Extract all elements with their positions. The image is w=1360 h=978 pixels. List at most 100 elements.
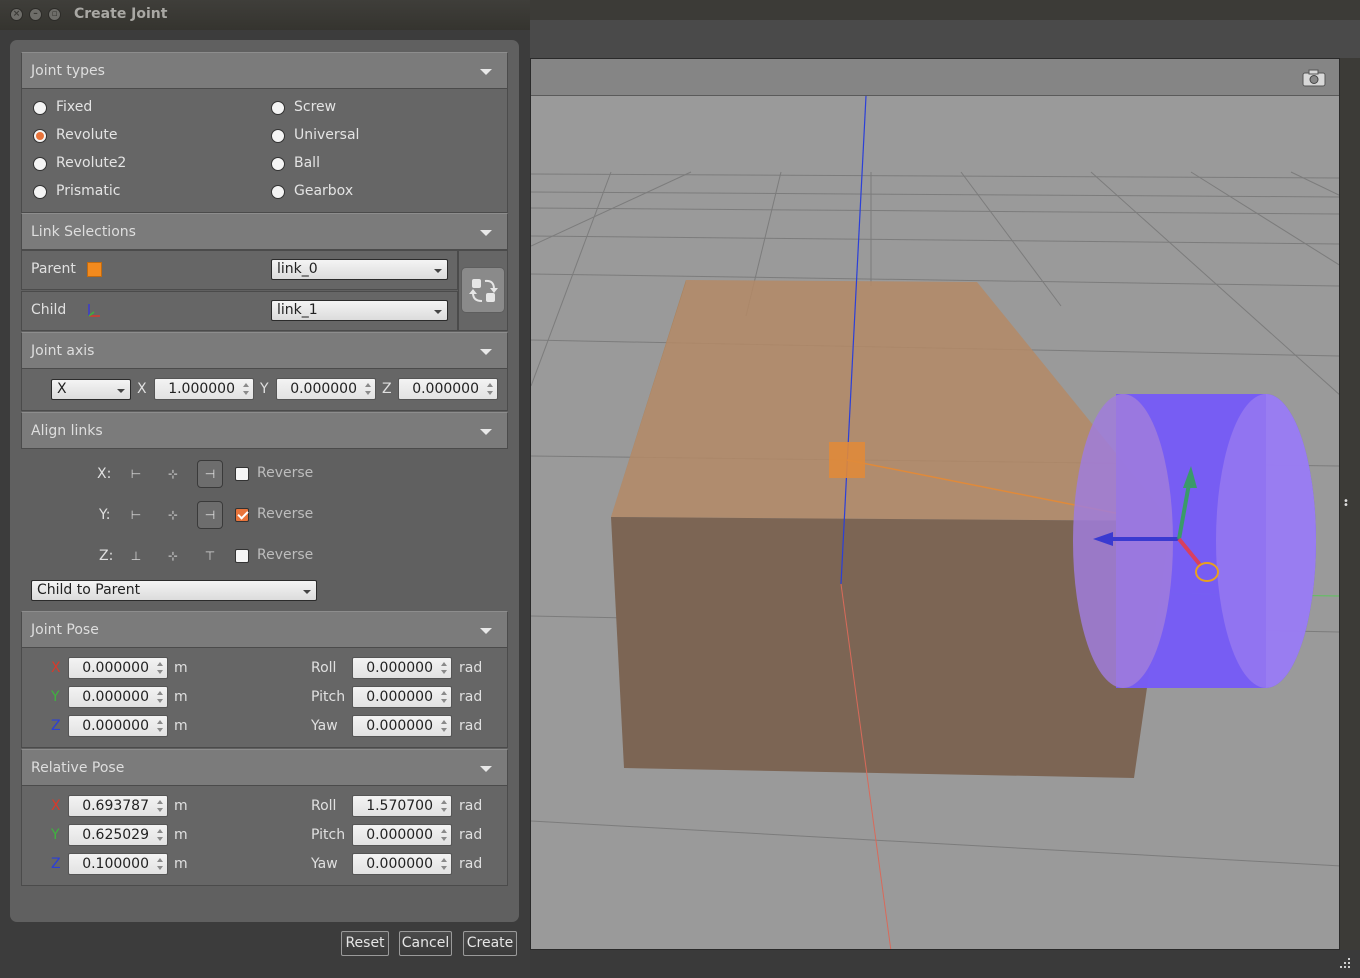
relative-pose-y-value: 0.625029 [82, 827, 149, 843]
relative-pose-y-input[interactable]: 0.625029 [68, 824, 168, 846]
radio-fixed[interactable] [33, 101, 47, 115]
align-x-min-icon[interactable]: ⊢ [128, 466, 144, 482]
joint-pose-z-input[interactable]: 0.000000 [68, 715, 168, 737]
joint-axis-header[interactable]: Joint axis [21, 332, 508, 369]
relative-pose-roll-input[interactable]: 1.570700 [352, 795, 452, 817]
relative-pose-yaw-value: 0.000000 [366, 856, 433, 872]
align-mode-select[interactable]: Child to Parent [31, 580, 317, 601]
joint-pose-z-label: Z [51, 718, 61, 734]
align-y-reverse-checkbox[interactable] [235, 508, 249, 522]
align-links-header[interactable]: Align links [21, 412, 508, 449]
joint-pose-x-input[interactable]: 0.000000 [68, 657, 168, 679]
radio-ball[interactable] [271, 157, 285, 171]
axis-z-input[interactable]: 0.000000 [398, 378, 498, 400]
parent-link-value: link_0 [277, 261, 318, 277]
radio-screw[interactable] [271, 101, 285, 115]
dialog-titlebar[interactable]: × – ▫ Create Joint [0, 0, 530, 30]
child-link-value: link_1 [277, 302, 318, 318]
align-z-reverse-checkbox[interactable] [235, 549, 249, 563]
axis-z-value: 0.000000 [412, 381, 479, 397]
radio-revolute[interactable] [33, 129, 47, 143]
relative-pose-pitch-value: 0.000000 [366, 827, 433, 843]
align-mode-value: Child to Parent [37, 582, 141, 598]
joint-pose-yaw-label: Yaw [311, 718, 338, 734]
radio-revolute-label[interactable]: Revolute [56, 127, 117, 143]
align-z-min-icon[interactable]: ⊥ [128, 548, 144, 564]
joint-pose-roll-input[interactable]: 0.000000 [352, 657, 452, 679]
status-bar [530, 950, 1360, 978]
align-x-max-icon: ⊣ [204, 467, 216, 481]
app-title-strip [530, 0, 1360, 20]
scene-viewport[interactable] [530, 58, 1340, 950]
swap-links-icon [469, 279, 498, 302]
relative-pose-y-label: Y [51, 827, 60, 843]
radio-gearbox[interactable] [271, 185, 285, 199]
relative-pose-x-unit: m [174, 798, 188, 814]
relative-pose-x-input[interactable]: 0.693787 [68, 795, 168, 817]
joint-axis-title: Joint axis [31, 343, 95, 359]
link-selections-header[interactable]: Link Selections [21, 213, 508, 250]
radio-universal-label[interactable]: Universal [294, 127, 359, 143]
joint-pose-pitch-input[interactable]: 0.000000 [352, 686, 452, 708]
relative-pose-x-label: X [51, 798, 61, 814]
viewport-toolbar [531, 59, 1339, 96]
relative-pose-yaw-unit: rad [459, 856, 483, 872]
joint-pose-roll-value: 0.000000 [366, 660, 433, 676]
relative-pose-roll-unit: rad [459, 798, 483, 814]
chevron-down-icon [480, 230, 492, 236]
align-x-reverse-label: Reverse [257, 465, 314, 481]
radio-ball-label[interactable]: Ball [294, 155, 320, 171]
radio-prismatic-label[interactable]: Prismatic [56, 183, 120, 199]
relative-pose-pitch-input[interactable]: 0.000000 [352, 824, 452, 846]
joint-pose-z-value: 0.000000 [82, 718, 149, 734]
minimize-icon[interactable]: – [29, 8, 42, 21]
axis-x-input[interactable]: 1.000000 [154, 378, 254, 400]
chevron-down-icon [480, 766, 492, 772]
relative-pose-z-input[interactable]: 0.100000 [68, 853, 168, 875]
align-y-min-icon[interactable]: ⊢ [128, 507, 144, 523]
relative-pose-roll-label: Roll [311, 798, 337, 814]
radio-revolute2[interactable] [33, 157, 47, 171]
parent-link-select[interactable]: link_0 [271, 259, 448, 280]
align-y-center-icon[interactable]: ⊹ [165, 507, 181, 523]
axis-y-input[interactable]: 0.000000 [276, 378, 376, 400]
joint-pose-yaw-input[interactable]: 0.000000 [352, 715, 452, 737]
radio-gearbox-label[interactable]: Gearbox [294, 183, 353, 199]
axis-y-value: 0.000000 [290, 381, 357, 397]
swap-links-button[interactable] [461, 267, 505, 313]
relative-pose-header[interactable]: Relative Pose [21, 749, 508, 786]
radio-revolute2-label[interactable]: Revolute2 [56, 155, 126, 171]
align-x-reverse-checkbox[interactable] [235, 467, 249, 481]
maximize-icon[interactable]: ▫ [48, 8, 61, 21]
axis-z-label: Z [382, 381, 392, 397]
resize-grip-icon[interactable] [1338, 956, 1352, 970]
radio-prismatic[interactable] [33, 185, 47, 199]
radio-universal[interactable] [271, 129, 285, 143]
child-link-select[interactable]: link_1 [271, 300, 448, 321]
radio-fixed-label[interactable]: Fixed [56, 99, 92, 115]
chevron-down-icon [480, 69, 492, 75]
relative-pose-z-value: 0.100000 [82, 856, 149, 872]
close-icon[interactable]: × [10, 8, 23, 21]
axis-preset-select[interactable]: X [51, 379, 131, 400]
create-button[interactable]: Create [463, 931, 517, 956]
align-x-center-icon[interactable]: ⊹ [165, 466, 181, 482]
joint-types-header[interactable]: Joint types [21, 52, 508, 89]
link-selections-title: Link Selections [31, 224, 136, 240]
align-z-center-icon[interactable]: ⊹ [165, 548, 181, 564]
joint-pose-y-input[interactable]: 0.000000 [68, 686, 168, 708]
reset-button[interactable]: Reset [341, 931, 389, 956]
joint-pose-x-label: X [51, 660, 61, 676]
scene-3d[interactable] [531, 96, 1340, 950]
radio-screw-label[interactable]: Screw [294, 99, 336, 115]
joint-pose-header[interactable]: Joint Pose [21, 611, 508, 648]
align-x-max-button[interactable]: ⊣ [197, 460, 223, 488]
align-y-max-button[interactable]: ⊣ [197, 501, 223, 529]
camera-icon[interactable] [1301, 67, 1327, 89]
relative-pose-z-unit: m [174, 856, 188, 872]
cancel-button[interactable]: Cancel [399, 931, 452, 956]
chevron-down-icon [480, 349, 492, 355]
align-z-max-icon[interactable]: ⊤ [202, 548, 218, 564]
splitter-handle[interactable]: • • [1343, 497, 1349, 512]
relative-pose-yaw-input[interactable]: 0.000000 [352, 853, 452, 875]
